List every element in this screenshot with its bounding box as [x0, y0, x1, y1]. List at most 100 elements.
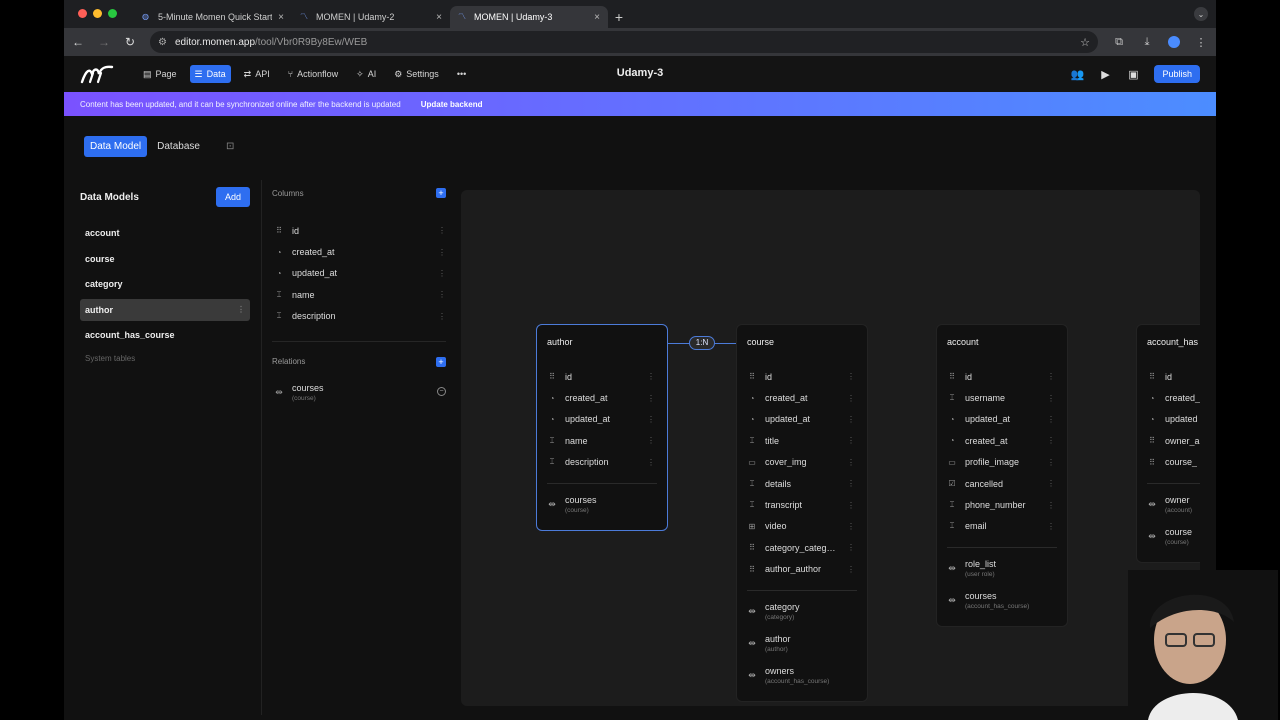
table-relation[interactable]: ⇹ author (author) [737, 629, 867, 661]
table-field[interactable]: ⌶ description ⋮ [537, 452, 667, 473]
browser-menu-icon[interactable]: ⋮ [1194, 36, 1208, 49]
menu-page[interactable]: ▤ Page [138, 65, 182, 83]
table-relation[interactable]: ⇹ courses (course) [537, 490, 667, 522]
system-tables-link[interactable]: System tables [80, 354, 250, 363]
table-field[interactable]: ☑ cancelled ⋮ [937, 473, 1067, 494]
reload-icon[interactable]: ↻ [124, 35, 136, 49]
table-field[interactable]: ⌶ details ⋮ [737, 473, 867, 494]
model-item-account-has-course[interactable]: account_has_course [80, 324, 250, 346]
table-relation[interactable]: ⇹ course (course) [1137, 522, 1200, 554]
table-card-account[interactable]: account ⠿ id ⋮ ⌶ username ⋮ ◔ updated_at ⋮ ◔ create… [936, 324, 1068, 628]
tab-search-icon[interactable]: ⌄ [1194, 7, 1208, 21]
model-item-author[interactable]: author ⋮ [80, 298, 250, 321]
kebab-icon[interactable]: ⋮ [1047, 479, 1055, 488]
kebab-icon[interactable]: ⋮ [847, 458, 855, 467]
tab-data-model[interactable]: Data Model [84, 136, 148, 157]
menu-data[interactable]: ☰ Data [189, 65, 231, 83]
close-window-button[interactable] [78, 9, 87, 18]
url-field[interactable]: ⚙ editor.momen.app/tool/Vbr0R9By8Ew/WEB … [150, 31, 1098, 53]
collaborators-icon[interactable]: 👥 [1070, 68, 1085, 81]
table-field[interactable]: ⠿owner_a⋮ [1137, 430, 1200, 451]
momen-logo-icon[interactable] [80, 64, 114, 84]
table-field[interactable]: ◔ updated_at ⋮ [737, 409, 867, 430]
table-field[interactable]: ⌶ name ⋮ [537, 430, 667, 451]
table-field[interactable]: ◔ updated_at ⋮ [537, 409, 667, 430]
model-item-category[interactable]: category [80, 273, 250, 295]
preview-play-icon[interactable]: ▶ [1098, 68, 1112, 81]
publish-button[interactable]: Publish [1154, 65, 1200, 83]
kebab-icon[interactable]: ⋮ [647, 372, 655, 381]
table-field[interactable]: ▭ profile_image ⋮ [937, 452, 1067, 473]
back-arrow-icon[interactable]: ← [72, 35, 84, 49]
kebab-icon[interactable]: ⋮ [847, 372, 855, 381]
menu-ai[interactable]: ✧ AI [351, 65, 381, 83]
table-field[interactable]: ◔ created_at ⋮ [737, 387, 867, 408]
kebab-icon[interactable]: ⋮ [847, 522, 855, 531]
kebab-icon[interactable]: ⋮ [1047, 415, 1055, 424]
new-tab-button[interactable]: + [608, 6, 630, 28]
column-item-description[interactable]: ⌶ description ⋮ [272, 306, 446, 327]
table-card-course[interactable]: course ⠿ id ⋮ ◔ created_at ⋮ ◔ updated_at ⋮ ⌶ title… [736, 324, 868, 702]
kebab-icon[interactable]: ⋮ [438, 290, 446, 299]
tab-database[interactable]: Database [151, 136, 206, 157]
browser-tab-2[interactable]: 〽 MOMEN | Udamy-2 × [292, 6, 450, 28]
forward-arrow-icon[interactable]: → [98, 35, 110, 49]
column-item-created-at[interactable]: ◔ created_at ⋮ [272, 241, 446, 262]
add-column-button[interactable]: + [436, 188, 446, 198]
kebab-icon[interactable]: ⋮ [438, 269, 446, 278]
kebab-icon[interactable]: ⋮ [647, 436, 655, 445]
kebab-icon[interactable]: ⋮ [1047, 436, 1055, 445]
model-item-course[interactable]: course [80, 248, 250, 270]
table-field[interactable]: ⠿course_⋮ [1137, 452, 1200, 473]
bookmark-star-icon[interactable]: ☆ [1080, 36, 1090, 49]
menu-settings[interactable]: ⚙ Settings [389, 65, 444, 83]
close-tab-icon[interactable]: × [436, 12, 442, 23]
site-settings-icon[interactable]: ⚙ [158, 37, 167, 48]
table-relation[interactable]: ⇹ category (category) [737, 597, 867, 629]
table-relation[interactable]: ⇹ courses (account_has_course) [937, 586, 1067, 618]
kebab-icon[interactable]: ⋮ [847, 501, 855, 510]
kebab-icon[interactable]: ⋮ [1047, 372, 1055, 381]
browser-tab-3[interactable]: 〽 MOMEN | Udamy-3 × [450, 6, 608, 28]
table-field[interactable]: ◔ updated_at ⋮ [937, 409, 1067, 430]
profile-avatar[interactable] [1168, 36, 1180, 48]
kebab-icon[interactable]: ⋮ [1047, 458, 1055, 467]
notification-icon[interactable]: ▣ [1126, 68, 1140, 81]
table-field[interactable]: ⊞ video ⋮ [737, 516, 867, 537]
table-field[interactable]: ◔created_⋮ [1137, 387, 1200, 408]
column-item-name[interactable]: ⌶ name ⋮ [272, 284, 446, 305]
table-field[interactable]: ⠿ id ⋮ [937, 366, 1067, 387]
kebab-icon[interactable]: ⋮ [438, 226, 446, 235]
table-relation[interactable]: ⇹ owners (account_has_course) [737, 661, 867, 693]
relation-item[interactable]: ⇹ courses (course) − [272, 383, 446, 402]
table-field[interactable]: ⌶ username ⋮ [937, 387, 1067, 408]
table-field[interactable]: ◔updated⋮ [1137, 409, 1200, 430]
browser-tab-1[interactable]: ◍ 5-Minute Momen Quick Start × [134, 6, 292, 28]
kebab-icon[interactable]: ⋮ [847, 543, 855, 552]
kebab-icon[interactable]: ⋮ [847, 479, 855, 488]
remove-relation-icon[interactable]: − [437, 386, 446, 396]
kebab-icon[interactable]: ⋮ [847, 436, 855, 445]
add-relation-button[interactable]: + [436, 356, 446, 367]
add-model-button[interactable]: Add [215, 187, 250, 207]
table-field[interactable]: ▭ cover_img ⋮ [737, 452, 867, 473]
table-field[interactable]: ◔ created_at ⋮ [537, 387, 667, 408]
close-tab-icon[interactable]: × [278, 12, 284, 23]
table-field[interactable]: ⠿ id ⋮ [737, 366, 867, 387]
kebab-icon[interactable]: ⋮ [438, 248, 446, 257]
table-field[interactable]: ⌶ transcript ⋮ [737, 494, 867, 515]
kebab-icon[interactable]: ⋮ [1047, 394, 1055, 403]
kebab-icon[interactable]: ⋮ [1047, 522, 1055, 531]
download-icon[interactable]: ⤓ [1140, 36, 1154, 49]
kebab-icon[interactable]: ⋮ [847, 565, 855, 574]
panel-toggle-icon[interactable]: ⊡ [226, 141, 234, 152]
kebab-icon[interactable]: ⋮ [647, 394, 655, 403]
kebab-icon[interactable]: ⋮ [647, 415, 655, 424]
kebab-icon[interactable]: ⋮ [237, 305, 245, 314]
column-item-id[interactable]: ⠿ id ⋮ [272, 220, 446, 241]
table-field[interactable]: ⌶ title ⋮ [737, 430, 867, 451]
more-menu-icon[interactable]: ••• [452, 65, 471, 83]
table-relation[interactable]: ⇹ owner (account) [1137, 490, 1200, 522]
table-field[interactable]: ⌶ email ⋮ [937, 516, 1067, 537]
table-field[interactable]: ⠿ category_catego... ⋮ [737, 537, 867, 558]
